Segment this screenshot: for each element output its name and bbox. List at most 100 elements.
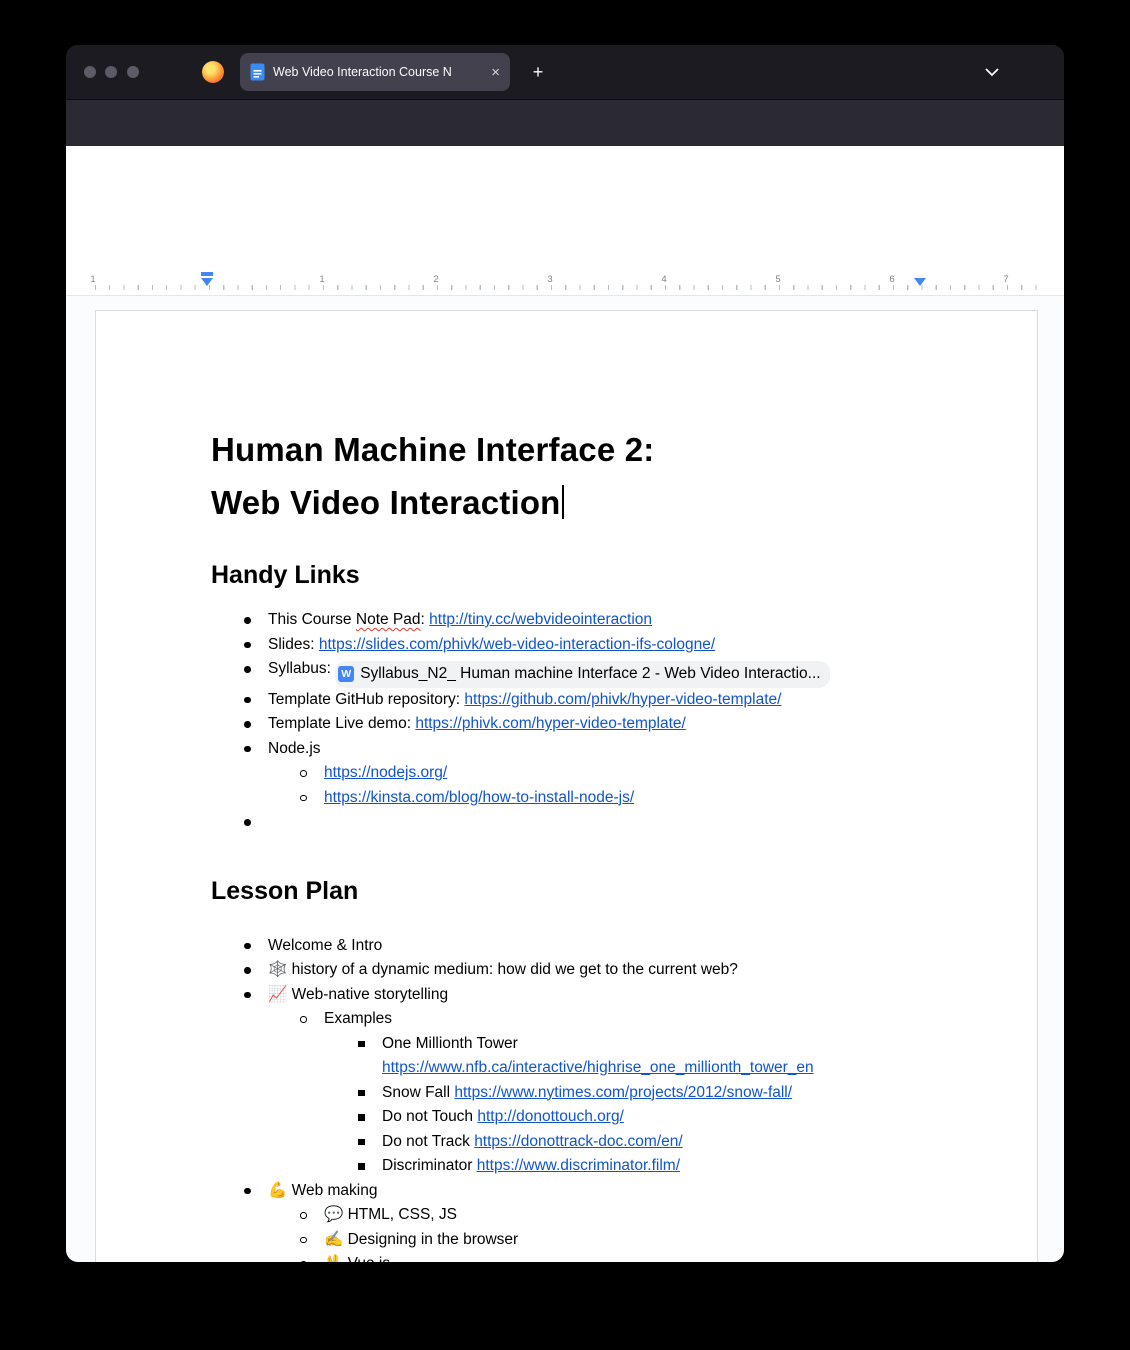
doc-list-item-text: 💬 HTML, CSS, JS <box>324 1206 457 1223</box>
first-line-indent-marker[interactable] <box>201 272 213 276</box>
doc-text: : <box>420 611 430 628</box>
ruler-ticks <box>95 285 1039 290</box>
bullet-marker <box>300 1212 307 1219</box>
doc-heading-title-line1: Human Machine Interface 2: <box>211 431 655 468</box>
left-margin-marker[interactable] <box>201 278 213 286</box>
lesson-plan-list: Welcome & Intro 🕸️ history of a dynamic m… <box>211 934 919 1262</box>
doc-link[interactable]: https://www.nytimes.com/projects/2012/sn… <box>454 1084 792 1101</box>
doc-text: 🕸️ history of a dynamic medium: how did … <box>268 961 738 978</box>
traffic-light-zoom[interactable] <box>127 66 139 78</box>
doc-list-item-text: https://kinsta.com/blog/how-to-install-n… <box>324 789 634 806</box>
ruler-number: 7 <box>1003 274 1009 285</box>
firefox-logo-icon <box>202 61 224 83</box>
doc-text: Syllabus: <box>268 660 336 677</box>
doc-list-item-text: 📈 Web-native storytelling <box>268 986 448 1003</box>
bullet-marker <box>244 991 251 998</box>
doc-list-item-text: Syllabus: W Syllabus_N2_ Human machine In… <box>268 660 830 688</box>
bullet-marker <box>244 819 251 826</box>
doc-list-item: Node.js <box>211 737 919 762</box>
doc-text: Discriminator <box>382 1157 477 1174</box>
bullet-marker <box>358 1114 365 1121</box>
doc-list-item: Slides: https://slides.com/phivk/web-vid… <box>211 633 919 658</box>
doc-link[interactable]: https://www.discriminator.film/ <box>477 1157 680 1174</box>
doc-text: Do not Track <box>382 1132 475 1150</box>
doc-list-item: This Course Note Pad: http://tiny.cc/web… <box>211 608 919 633</box>
docs-header: Web Video Interaction Course Note Pad ☆ <box>66 146 1064 310</box>
doc-list-item-text: This Course Note Pad: http://tiny.cc/web… <box>268 611 652 628</box>
bullet-marker <box>244 942 251 949</box>
doc-text: Template Live demo: <box>268 715 416 732</box>
doc-list-item: Discriminator https://www.discriminator.… <box>211 1154 919 1179</box>
doc-list-item-text: Node.js <box>268 740 321 757</box>
doc-list-item: Do not Track https://donottrack-doc.com/… <box>211 1130 919 1155</box>
bullet-marker <box>244 641 251 648</box>
bullet-marker <box>244 721 251 728</box>
doc-heading-title-line2: Web Video Interaction <box>211 476 919 529</box>
list-all-tabs-icon[interactable] <box>978 58 1006 86</box>
doc-text: Slides: <box>268 635 319 653</box>
ruler-number: 2 <box>433 274 439 285</box>
doc-list-item-text: Template GitHub repository: https://gith… <box>268 691 781 708</box>
doc-list-item-text: One Millionth Tower https://www.nfb.ca/i… <box>382 1035 814 1077</box>
file-chip[interactable]: W Syllabus_N2_ Human machine Interface 2 … <box>335 661 830 688</box>
document-page[interactable]: Human Machine Interface 2: Web Video Int… <box>95 310 1038 1262</box>
bullet-marker <box>358 1138 365 1145</box>
doc-link[interactable]: https://donottrack-doc.com/en/ <box>474 1133 683 1150</box>
doc-list-item-text: Template Live demo: https://phivk.com/hy… <box>268 715 686 732</box>
bullet-marker <box>358 1040 365 1047</box>
doc-link[interactable]: http://donottouch.org/ <box>477 1108 624 1125</box>
doc-link[interactable]: https://phivk.com/hyper-video-template/ <box>415 715 686 732</box>
word-file-icon: W <box>338 666 355 683</box>
doc-text: Template GitHub repository: <box>268 690 465 708</box>
ruler-number: 5 <box>775 274 781 285</box>
doc-list-item: 🖖 Vue.js <box>211 1252 919 1262</box>
file-chip-label: Syllabus_N2_ Human machine Interface 2 -… <box>360 665 821 682</box>
doc-link[interactable]: https://kinsta.com/blog/how-to-install-n… <box>324 789 634 806</box>
doc-link[interactable]: http://tiny.cc/webvideointeraction <box>429 611 652 628</box>
text-cursor <box>561 485 564 519</box>
doc-list-item: https://kinsta.com/blog/how-to-install-n… <box>211 786 919 811</box>
browser-window: Web Video Interaction Course N × + ← → <box>66 45 1064 1262</box>
bullet-marker <box>300 794 307 801</box>
doc-text: Node.js <box>268 739 321 757</box>
doc-text: 📈 Web-native storytelling <box>268 985 449 1003</box>
doc-text: 💬 HTML, CSS, JS <box>324 1206 457 1223</box>
doc-link[interactable]: https://nodejs.org/ <box>324 764 447 781</box>
bullet-marker <box>300 770 307 777</box>
new-tab-button[interactable]: + <box>524 58 552 86</box>
bullet-marker <box>244 666 251 673</box>
doc-list-item: ✍️ Designing in the browser <box>211 1228 919 1253</box>
doc-list-item-text: Slides: https://slides.com/phivk/web-vid… <box>268 636 715 653</box>
heading-handy-links: Handy Links <box>211 561 360 589</box>
doc-link[interactable]: https://www.nfb.ca/interactive/highrise_… <box>382 1059 814 1076</box>
screenshot-stage: Web Video Interaction Course N × + ← → <box>0 0 1130 1350</box>
traffic-light-minimize[interactable] <box>105 66 117 78</box>
ruler-number: 1 <box>319 274 325 285</box>
heading-lesson-plan: Lesson Plan <box>211 876 359 905</box>
doc-list-item: 🕸️ history of a dynamic medium: how did … <box>211 958 919 983</box>
right-margin-marker[interactable] <box>914 278 926 286</box>
bullet-marker <box>244 617 251 624</box>
ruler-number: 1 <box>90 274 96 285</box>
doc-list-item: Examples <box>211 1007 919 1032</box>
browser-tab[interactable]: Web Video Interaction Course N × <box>240 53 510 91</box>
tab-close-icon[interactable]: × <box>491 65 500 80</box>
doc-list-item-text: 🕸️ history of a dynamic medium: how did … <box>268 961 738 978</box>
doc-list-item <box>211 810 919 835</box>
browser-navbar: ← → https://doc <box>66 99 1064 194</box>
doc-list-item-text: Snow Fall https://www.nytimes.com/projec… <box>382 1084 792 1101</box>
doc-list-item-text: Discriminator https://www.discriminator.… <box>382 1157 680 1174</box>
doc-link[interactable]: https://slides.com/phivk/web-video-inter… <box>319 636 715 653</box>
traffic-light-close[interactable] <box>84 66 96 78</box>
doc-link[interactable]: https://github.com/phivk/hyper-video-tem… <box>464 691 781 708</box>
handy-links-list: This Course Note Pad: http://tiny.cc/web… <box>211 608 919 835</box>
doc-text: 🖖 Vue.js <box>324 1255 390 1262</box>
doc-list-item-text: ✍️ Designing in the browser <box>324 1231 518 1248</box>
ruler[interactable]: 1 1 2 3 4 5 6 7 <box>66 270 1064 296</box>
doc-list-item: 💪 Web making <box>211 1179 919 1204</box>
doc-list-item: Template Live demo: https://phivk.com/hy… <box>211 712 919 737</box>
bullet-marker <box>244 1187 251 1194</box>
doc-text: One Millionth Tower <box>382 1034 518 1052</box>
doc-list-item: Do not Touch http://donottouch.org/ <box>211 1105 919 1130</box>
bullet-marker <box>358 1089 365 1096</box>
